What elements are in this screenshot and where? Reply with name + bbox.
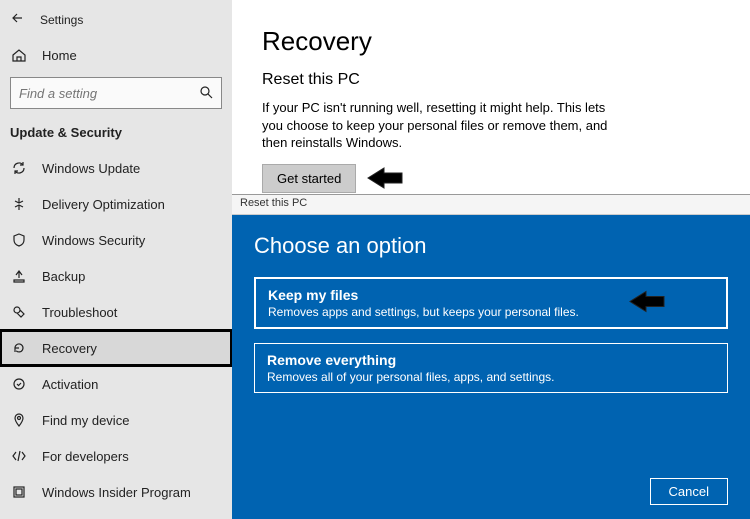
option-remove-everything[interactable]: Remove everything Removes all of your pe… — [254, 343, 728, 393]
sidebar-item-home[interactable]: Home — [0, 37, 232, 73]
sidebar-item-activation[interactable]: Activation — [0, 366, 232, 402]
search-icon — [199, 85, 213, 102]
sidebar-item-label: Find my device — [42, 413, 129, 428]
sidebar-item-find-my-device[interactable]: Find my device — [0, 402, 232, 438]
cancel-button[interactable]: Cancel — [650, 478, 728, 505]
modal-titlebar: Reset this PC — [232, 195, 750, 215]
sidebar-item-label: Delivery Optimization — [42, 197, 165, 212]
sidebar-item-label: Windows Insider Program — [42, 485, 191, 500]
sidebar-item-label: Recovery — [42, 341, 97, 356]
sidebar-item-label: Activation — [42, 377, 98, 392]
sync-icon — [10, 159, 28, 177]
sidebar-section-title: Update & Security — [0, 119, 232, 150]
sidebar-item-label: Windows Update — [42, 161, 140, 176]
sidebar-item-insider[interactable]: Windows Insider Program — [0, 474, 232, 510]
shield-icon — [10, 231, 28, 249]
sidebar-item-label: Backup — [42, 269, 85, 284]
sidebar-item-label: Home — [42, 48, 77, 63]
sidebar-item-label: Troubleshoot — [42, 305, 117, 320]
option-description: Removes all of your personal files, apps… — [267, 370, 715, 384]
sidebar-item-backup[interactable]: Backup — [0, 258, 232, 294]
sidebar-item-windows-security[interactable]: Windows Security — [0, 222, 232, 258]
app-title: Settings — [40, 13, 83, 27]
modal-body: Choose an option Keep my files Removes a… — [232, 215, 750, 519]
search-field[interactable] — [19, 86, 179, 101]
sidebar-item-for-developers[interactable]: For developers — [0, 438, 232, 474]
sidebar-item-recovery[interactable]: Recovery — [0, 330, 232, 366]
activation-icon — [10, 375, 28, 393]
sidebar-item-windows-update[interactable]: Windows Update — [0, 150, 232, 186]
delivery-icon — [10, 195, 28, 213]
sidebar: Settings Home Update & Security Windows … — [0, 0, 232, 519]
get-started-button[interactable]: Get started — [262, 164, 356, 193]
insider-icon — [10, 483, 28, 501]
developers-icon — [10, 447, 28, 465]
home-icon — [10, 46, 28, 64]
section-description: If your PC isn't running well, resetting… — [262, 99, 622, 152]
modal-heading: Choose an option — [254, 233, 728, 259]
troubleshoot-icon — [10, 303, 28, 321]
recovery-icon — [10, 339, 28, 357]
pointer-arrow-icon — [364, 167, 404, 189]
pointer-arrow-icon — [626, 291, 666, 316]
sidebar-item-label: Windows Security — [42, 233, 145, 248]
location-icon — [10, 411, 28, 429]
search-input[interactable] — [10, 77, 222, 109]
reset-pc-modal: Reset this PC Choose an option Keep my f… — [232, 194, 750, 519]
option-title: Remove everything — [267, 352, 715, 368]
option-keep-my-files[interactable]: Keep my files Removes apps and settings,… — [254, 277, 728, 329]
backup-icon — [10, 267, 28, 285]
sidebar-header: Settings — [0, 4, 232, 37]
page-title: Recovery — [262, 26, 720, 57]
sidebar-item-label: For developers — [42, 449, 129, 464]
sidebar-item-troubleshoot[interactable]: Troubleshoot — [0, 294, 232, 330]
back-icon[interactable] — [10, 10, 26, 29]
sidebar-item-delivery-optimization[interactable]: Delivery Optimization — [0, 186, 232, 222]
section-subhead: Reset this PC — [262, 71, 720, 89]
